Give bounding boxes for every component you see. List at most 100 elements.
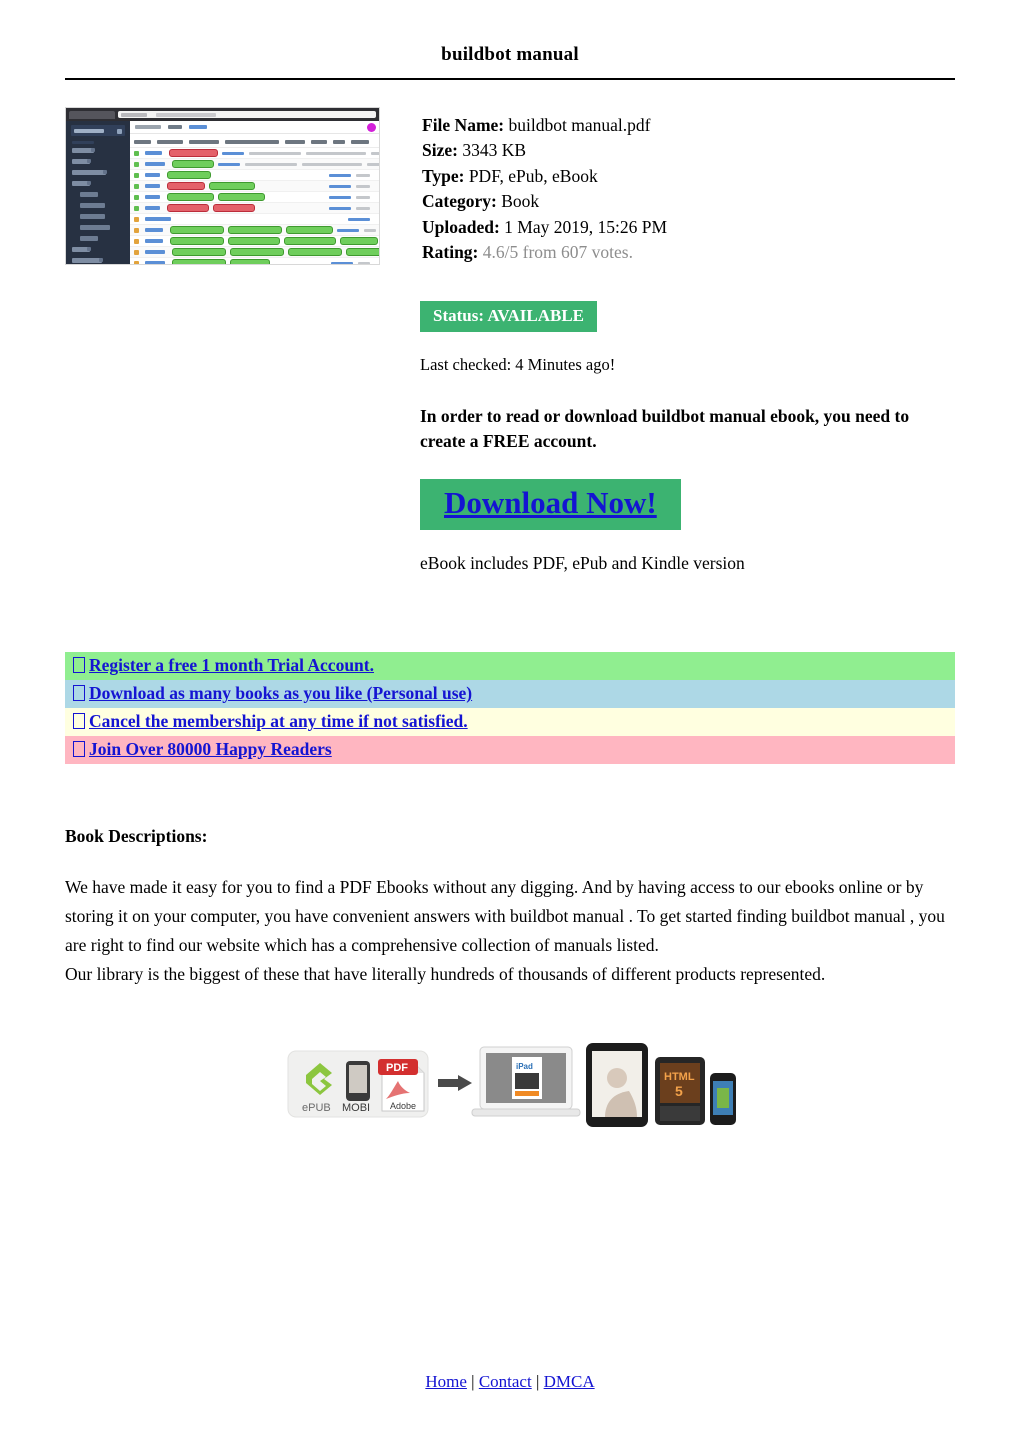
info-text xyxy=(245,162,297,166)
descriptions-heading: Book Descriptions: xyxy=(65,826,208,847)
build-pill xyxy=(284,237,336,245)
sidebar-item xyxy=(72,159,91,164)
builder-link xyxy=(145,206,160,210)
status-indicator xyxy=(134,205,139,211)
info-text xyxy=(356,195,370,199)
svg-text:Adobe: Adobe xyxy=(390,1101,416,1111)
status-indicator xyxy=(134,249,139,255)
footer-link-home[interactable]: Home xyxy=(425,1372,467,1391)
download-button[interactable]: Download Now! xyxy=(420,479,681,531)
cta-headline: In order to read or download buildbot ma… xyxy=(420,406,910,452)
status-indicator xyxy=(134,260,139,264)
buildbot-sidebar xyxy=(66,121,130,264)
sidebar-item xyxy=(72,170,107,175)
column-header xyxy=(285,140,305,144)
builder-link xyxy=(145,228,163,232)
status-badge: Status: AVAILABLE xyxy=(420,301,598,333)
status-indicator xyxy=(134,216,139,222)
table-row xyxy=(130,225,379,236)
build-pill xyxy=(167,204,209,212)
uploaded-label: Uploaded: xyxy=(422,216,500,237)
type-label: Type: xyxy=(422,165,465,186)
html5-reader-icon: HTML 5 xyxy=(655,1057,705,1126)
footer-separator: | xyxy=(535,1372,540,1391)
chevron-icon xyxy=(87,181,91,185)
column-header xyxy=(351,140,369,144)
chevron-icon xyxy=(87,159,91,163)
chevron-icon xyxy=(91,148,95,152)
benefit-link-cancel[interactable]: Cancel the membership at any time if not… xyxy=(89,711,468,731)
column-header xyxy=(134,140,151,144)
buildbot-screenshot-mock xyxy=(66,108,379,264)
build-pill xyxy=(346,248,379,256)
meta-row-size: Size: 3343 KB xyxy=(422,138,667,163)
svg-text:5: 5 xyxy=(675,1083,683,1099)
phone-icon xyxy=(710,1073,736,1126)
meta-row-category: Category: Book xyxy=(422,189,667,214)
sidebar-subitem xyxy=(80,192,98,197)
benefit-bar-register[interactable]: Register a free 1 month Trial Account. xyxy=(65,652,955,681)
benefit-link-register[interactable]: Register a free 1 month Trial Account. xyxy=(89,655,374,675)
buildbot-breadcrumb xyxy=(130,121,379,134)
rating-value: 4.6/5 from 607 votes. xyxy=(482,242,633,263)
download-link[interactable]: Download Now! xyxy=(444,485,657,520)
build-pill xyxy=(167,193,214,201)
pdf-icon: PDF Adobe xyxy=(378,1059,425,1112)
table-row xyxy=(130,192,379,203)
book-thumbnail xyxy=(65,107,380,265)
mobi-icon xyxy=(346,1061,370,1102)
number-link xyxy=(348,217,370,221)
ebook-formats-illustration: ePUB MOBI PDF Adobe iPad HTML 5 xyxy=(287,1043,736,1128)
number-link xyxy=(329,206,351,210)
benefit-bar-download[interactable]: Download as many books as you like (Pers… xyxy=(65,680,955,709)
column-header xyxy=(311,140,327,144)
browser-tab xyxy=(69,110,115,119)
svg-text:iPad: iPad xyxy=(516,1062,533,1071)
status-indicator xyxy=(134,238,139,244)
benefit-link-download[interactable]: Download as many books as you like (Pers… xyxy=(89,683,472,703)
page-title: buildbot manual xyxy=(441,44,579,65)
type-value: PDF, ePub, eBook xyxy=(468,165,598,186)
benefit-link-join[interactable]: Join Over 80000 Happy Readers xyxy=(89,739,332,759)
meta-row-type: Type: PDF, ePub, eBook xyxy=(422,164,667,189)
buildbot-content xyxy=(130,121,379,264)
footer-links: Home | Contact | DMCA xyxy=(0,1372,1020,1392)
sidebar-brand xyxy=(71,125,125,136)
status-section: Status: AVAILABLE xyxy=(65,301,955,333)
bullet-box-icon xyxy=(73,685,85,702)
table-row xyxy=(130,203,379,214)
size-label: Size: xyxy=(422,140,458,161)
info-text xyxy=(358,261,370,264)
description-paragraph: Our library is the biggest of these that… xyxy=(65,964,826,985)
user-avatar xyxy=(367,123,376,132)
benefit-bar-cancel[interactable]: Cancel the membership at any time if not… xyxy=(65,708,955,737)
browser-chrome-bar xyxy=(66,108,379,121)
build-pill xyxy=(170,226,224,234)
status-indicator xyxy=(134,150,139,156)
info-text xyxy=(367,162,379,166)
ipad-icon xyxy=(586,1043,648,1128)
footer-link-contact[interactable]: Contact xyxy=(479,1372,532,1391)
breadcrumb-item xyxy=(135,125,161,129)
build-pill xyxy=(172,160,214,168)
number-link xyxy=(337,228,359,232)
book-metadata: File Name: buildbot manual.pdf Size: 334… xyxy=(422,107,667,265)
info-text xyxy=(364,228,376,232)
file-name-label: File Name: xyxy=(422,115,505,135)
sidebar-subitem xyxy=(80,236,98,241)
benefit-bar-join[interactable]: Join Over 80000 Happy Readers xyxy=(65,736,955,765)
info-text xyxy=(306,151,366,155)
table-row xyxy=(130,258,379,264)
builder-link xyxy=(145,195,160,199)
column-header xyxy=(157,140,183,144)
meta-row-file-name: File Name: buildbot manual.pdf xyxy=(422,113,667,138)
build-pill xyxy=(167,182,205,190)
build-pill xyxy=(172,259,226,264)
build-pill xyxy=(169,149,218,157)
svg-text:HTML: HTML xyxy=(664,1071,695,1083)
devices-graphic: ePUB MOBI PDF Adobe iPad HTML 5 xyxy=(65,1033,955,1143)
footer-separator: | xyxy=(471,1372,475,1391)
footer-link-dmca[interactable]: DMCA xyxy=(544,1372,595,1391)
bullet-box-icon xyxy=(73,657,85,674)
status-indicator xyxy=(134,194,139,200)
